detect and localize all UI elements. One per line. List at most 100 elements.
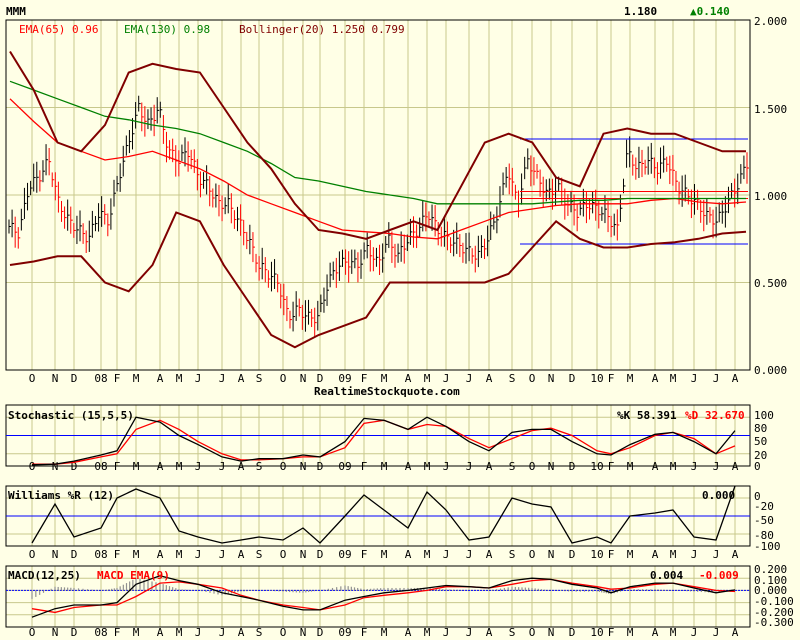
x-tick-label: A	[405, 548, 412, 561]
y-tick-label: 100	[754, 409, 774, 422]
x-tick-label: J	[466, 626, 473, 639]
x-tick-label: M	[627, 460, 634, 473]
x-tick-label: A	[732, 460, 739, 473]
x-tick-label: A	[157, 460, 164, 473]
x-tick-label: F	[608, 460, 615, 473]
x-tick-label: D	[317, 548, 324, 561]
x-tick-label: O	[29, 548, 36, 561]
x-tick-label: S	[509, 460, 516, 473]
x-tick-label: A	[238, 548, 245, 561]
x-tick-label: A	[157, 372, 164, 385]
x-tick-label: J	[195, 548, 202, 561]
y-tick-label: 50	[754, 435, 767, 448]
x-tick-label: N	[548, 460, 555, 473]
y-tick-label: -50	[754, 514, 774, 527]
x-tick-label: M	[424, 460, 431, 473]
x-tick-label: S	[256, 548, 263, 561]
x-tick-label: S	[509, 372, 516, 385]
x-tick-label: O	[529, 460, 536, 473]
x-tick-label: F	[114, 548, 121, 561]
x-tick-label: D	[317, 460, 324, 473]
x-tick-label: J	[443, 626, 450, 639]
x-tick-label: F	[114, 626, 121, 639]
x-tick-label: M	[381, 372, 388, 385]
x-tick-label: D	[71, 548, 78, 561]
x-tick-label: A	[238, 372, 245, 385]
x-tick-label: N	[52, 548, 59, 561]
x-tick-label: 08	[94, 548, 107, 561]
x-tick-label: A	[405, 372, 412, 385]
x-tick-label: J	[443, 548, 450, 561]
x-tick-label: F	[361, 460, 368, 473]
x-tick-label: M	[424, 548, 431, 561]
x-tick-label: J	[219, 548, 226, 561]
x-tick-label: O	[280, 460, 287, 473]
x-tick-label: D	[71, 372, 78, 385]
x-tick-label: F	[608, 372, 615, 385]
x-tick-label: J	[466, 372, 473, 385]
x-tick-label: M	[133, 626, 140, 639]
x-tick-label: M	[176, 460, 183, 473]
x-tick-label: O	[29, 460, 36, 473]
x-tick-label: O	[529, 626, 536, 639]
y-tick-label: -100	[754, 540, 781, 553]
x-tick-label: M	[133, 460, 140, 473]
x-tick-label: M	[424, 372, 431, 385]
x-tick-label: N	[300, 548, 307, 561]
x-tick-label: A	[157, 626, 164, 639]
x-tick-label: N	[52, 460, 59, 473]
x-tick-label: F	[361, 548, 368, 561]
x-tick-label: 10	[590, 372, 603, 385]
x-tick-label: S	[256, 626, 263, 639]
x-tick-label: A	[732, 548, 739, 561]
x-tick-label: N	[548, 626, 555, 639]
x-tick-label: D	[317, 372, 324, 385]
x-tick-label: J	[713, 372, 720, 385]
y-tick-label: 80	[754, 422, 767, 435]
y-tick-label: 0.500	[754, 277, 787, 290]
x-tick-label: 08	[94, 460, 107, 473]
x-tick-label: M	[176, 626, 183, 639]
x-tick-label: 09	[338, 460, 351, 473]
x-tick-label: N	[52, 372, 59, 385]
x-tick-label: M	[133, 548, 140, 561]
x-tick-label: N	[548, 372, 555, 385]
x-tick-label: O	[280, 372, 287, 385]
y-tick-label: 0	[754, 460, 761, 473]
y-tick-label: -20	[754, 500, 774, 513]
x-tick-label: J	[691, 626, 698, 639]
y-tick-label: 0.000	[754, 364, 787, 377]
x-tick-label: 08	[94, 372, 107, 385]
x-tick-label: F	[608, 626, 615, 639]
x-tick-label: N	[300, 372, 307, 385]
x-tick-label: A	[486, 460, 493, 473]
x-tick-label: M	[381, 548, 388, 561]
x-tick-label: A	[486, 626, 493, 639]
x-tick-label: M	[627, 372, 634, 385]
x-tick-label: M	[627, 548, 634, 561]
x-tick-label: 09	[338, 372, 351, 385]
x-tick-label: J	[713, 460, 720, 473]
x-tick-label: M	[670, 548, 677, 561]
x-tick-label: 10	[590, 548, 603, 561]
x-tick-label: M	[424, 626, 431, 639]
x-tick-label: J	[219, 460, 226, 473]
y-tick-label: 1.500	[754, 103, 787, 116]
x-tick-label: F	[114, 372, 121, 385]
x-tick-label: D	[569, 372, 576, 385]
x-tick-label: S	[509, 548, 516, 561]
x-tick-label: J	[195, 626, 202, 639]
x-tick-label: D	[569, 548, 576, 561]
x-tick-label: A	[238, 626, 245, 639]
x-tick-label: N	[548, 548, 555, 561]
x-tick-label: F	[114, 460, 121, 473]
x-tick-label: A	[652, 460, 659, 473]
x-tick-label: J	[466, 548, 473, 561]
x-tick-label: F	[361, 372, 368, 385]
x-tick-label: A	[652, 548, 659, 561]
x-tick-label: A	[652, 372, 659, 385]
x-tick-label: A	[486, 548, 493, 561]
x-tick-label: A	[157, 548, 164, 561]
y-tick-label: -0.300	[754, 616, 794, 629]
x-tick-label: M	[627, 626, 634, 639]
